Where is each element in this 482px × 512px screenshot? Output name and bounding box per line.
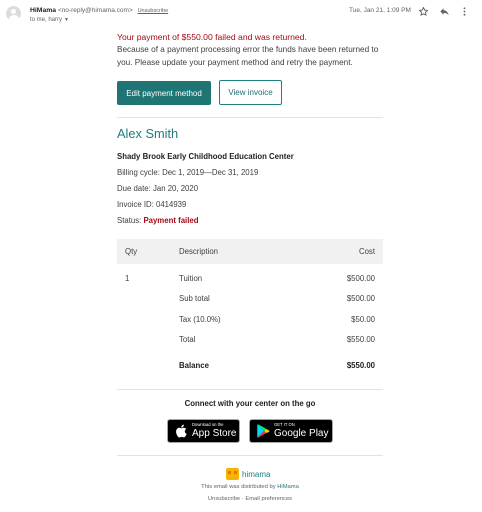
column-header-qty: Qty [125,247,138,256]
himama-link[interactable]: HiMama [277,484,299,490]
total-row: Total $550.00 [117,335,383,347]
line-item-qty: 1 [125,274,130,283]
email-preferences-link[interactable]: Email preferences [245,496,292,502]
due-date: Due date: Jan 20, 2020 [117,184,199,193]
subtotal-label: Sub total [179,294,210,303]
google-play-badge[interactable]: GET IT ON Google Play [249,419,333,443]
chevron-down-icon[interactable]: ▼ [64,17,69,23]
line-item-cost: $500.00 [346,274,375,283]
subtotal-value: $500.00 [346,294,375,303]
balance-row: Balance $550.00 [117,361,383,373]
divider [117,389,383,390]
subtotal-row: Sub total $500.00 [117,294,383,306]
tax-row: Tax (10.0%) $50.00 [117,315,383,327]
sender-line: HiMama <no-reply@himama.com> Unsubscribe [30,7,168,14]
distribution-note: This email was distributed by HiMama [117,484,383,490]
tax-label: Tax (10.0%) [179,315,221,324]
payment-failed-headline: Your payment of $550.00 failed and was r… [117,32,307,42]
line-item-description: Tuition [179,274,203,283]
himama-logo-icon [226,468,239,480]
customer-name: Alex Smith [117,126,179,141]
footer-unsubscribe-link[interactable]: Unsubscribe [208,496,240,502]
footer-separator: · [241,496,244,502]
invoice-id: Invoice ID: 0414939 [117,200,187,209]
divider [117,455,383,456]
recipients-line[interactable]: to me, harry ▼ [30,17,69,23]
star-icon[interactable] [416,4,430,18]
status-label: Status: [117,216,144,225]
column-header-cost: Cost [358,247,375,256]
unsubscribe-link[interactable]: Unsubscribe [138,8,169,14]
payment-failed-detail: Because of a payment processing error th… [117,45,379,67]
more-vert-icon[interactable] [457,4,471,18]
app-store-big-text: App Store [192,427,237,439]
apple-icon [173,423,189,439]
edit-payment-method-button[interactable]: Edit payment method [117,81,211,105]
himama-logo[interactable]: himama [226,467,270,481]
view-invoice-button[interactable]: View invoice [219,80,282,105]
recipients-text: to me, harry [30,17,63,23]
total-value: $550.00 [346,335,375,344]
app-store-badge[interactable]: Download on the App Store [167,419,240,443]
google-play-icon [255,423,271,439]
balance-label: Balance [179,361,209,370]
status-badge: Payment failed [143,216,199,225]
status-line: Status: Payment failed [117,216,198,225]
billing-cycle: Billing cycle: Dec 1, 2019—Dec 31, 2019 [117,168,259,177]
footer-links: Unsubscribe · Email preferences [117,496,383,502]
total-label: Total [179,335,196,344]
google-play-big-text: Google Play [274,427,329,439]
message-header: HiMama <no-reply@himama.com> Unsubscribe… [0,0,482,30]
sender-name[interactable]: HiMama [30,7,56,14]
balance-value: $550.00 [346,361,375,370]
invoice-table-header: Qty Description Cost [117,239,383,264]
tax-value: $50.00 [351,315,375,324]
connect-heading: Connect with your center on the go [184,399,316,408]
app-store-small-text: Download on the [192,422,224,428]
sender-email: <no-reply@himama.com> [57,7,133,14]
column-header-description: Description [179,247,218,256]
table-row: 1 Tuition $500.00 [117,274,383,286]
himama-logo-text: himama [242,469,271,479]
avatar-icon[interactable] [6,6,21,21]
divider [117,117,383,118]
distribution-prefix: This email was distributed by [201,484,278,490]
message-date: Tue, Jan 21, 1:09 PM [349,7,411,14]
center-name: Shady Brook Early Childhood Education Ce… [117,152,294,161]
reply-icon[interactable] [437,4,451,18]
google-play-small-text: GET IT ON [274,422,295,428]
